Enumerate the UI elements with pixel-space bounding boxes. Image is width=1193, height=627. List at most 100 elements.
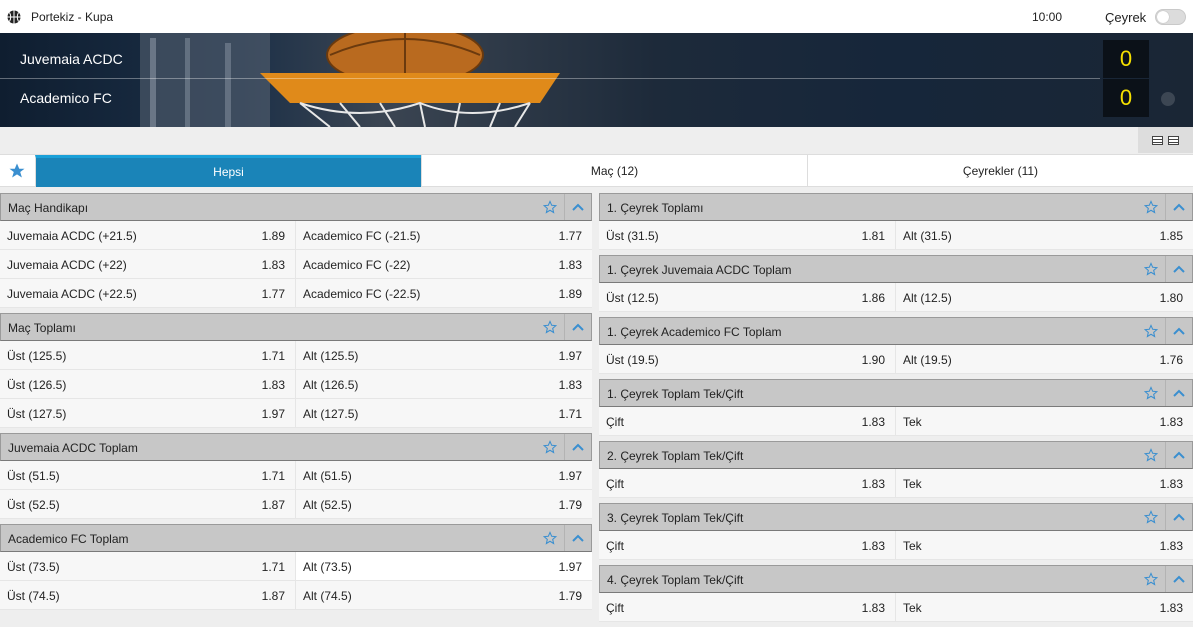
collapse-button[interactable] xyxy=(1165,318,1192,344)
odds-value: 1.90 xyxy=(861,353,885,367)
odds-button[interactable]: Academico FC (-22.5) 1.89 xyxy=(296,279,592,307)
collapse-button[interactable] xyxy=(1165,442,1192,468)
star-outline-icon[interactable] xyxy=(543,320,557,334)
collapse-button[interactable] xyxy=(1165,380,1192,406)
market-header[interactable]: 4. Çeyrek Toplam Tek/Çift xyxy=(599,565,1193,593)
odds-button[interactable]: Üst (126.5) 1.83 xyxy=(0,370,296,398)
period-toggle[interactable] xyxy=(1155,9,1186,25)
star-outline-icon[interactable] xyxy=(1144,448,1158,462)
double-column-icon[interactable] xyxy=(1168,135,1179,145)
selection-label: Üst (127.5) xyxy=(7,407,67,421)
odds-value: 1.77 xyxy=(558,229,582,243)
tab-match[interactable]: Maç (12) xyxy=(421,155,807,187)
star-outline-icon[interactable] xyxy=(543,440,557,454)
odds-button[interactable]: Alt (125.5) 1.97 xyxy=(296,341,592,369)
odds-value: 1.83 xyxy=(1159,601,1183,615)
odds-button[interactable]: Üst (31.5) 1.81 xyxy=(599,221,896,249)
star-outline-icon[interactable] xyxy=(1144,324,1158,338)
star-outline-icon[interactable] xyxy=(1144,510,1158,524)
market-title: 1. Çeyrek Juvemaia ACDC Toplam xyxy=(607,263,792,277)
odds-value: 1.87 xyxy=(261,589,285,603)
selection-label: Çift xyxy=(606,477,624,491)
odds-button[interactable]: Tek 1.83 xyxy=(896,593,1193,621)
collapse-button[interactable] xyxy=(564,434,591,460)
market-header[interactable]: Academico FC Toplam xyxy=(0,524,592,552)
market-title: 2. Çeyrek Toplam Tek/Çift xyxy=(607,449,744,463)
odds-button[interactable]: Alt (12.5) 1.80 xyxy=(896,283,1193,311)
odds-button[interactable]: Çift 1.83 xyxy=(599,593,896,621)
collapse-button[interactable] xyxy=(1165,256,1192,282)
odds-button[interactable]: Juvemaia ACDC (+22.5) 1.77 xyxy=(0,279,296,307)
market-header[interactable]: 1. Çeyrek Academico FC Toplam xyxy=(599,317,1193,345)
tab-quarters[interactable]: Çeyrekler (11) xyxy=(807,155,1193,187)
odds-button[interactable]: Alt (19.5) 1.76 xyxy=(896,345,1193,373)
odds-button[interactable]: Üst (125.5) 1.71 xyxy=(0,341,296,369)
market-header[interactable]: Juvemaia ACDC Toplam xyxy=(0,433,592,461)
odds-button[interactable]: Çift 1.83 xyxy=(599,407,896,435)
odds-button[interactable]: Üst (127.5) 1.97 xyxy=(0,399,296,427)
odds-value: 1.83 xyxy=(558,258,582,272)
star-outline-icon[interactable] xyxy=(1144,200,1158,214)
market-header[interactable]: 2. Çeyrek Toplam Tek/Çift xyxy=(599,441,1193,469)
odds-button[interactable]: Alt (126.5) 1.83 xyxy=(296,370,592,398)
star-outline-icon[interactable] xyxy=(1144,386,1158,400)
collapse-button[interactable] xyxy=(564,525,591,551)
collapse-button[interactable] xyxy=(1165,566,1192,592)
collapse-button[interactable] xyxy=(564,314,591,340)
odds-button[interactable]: Tek 1.83 xyxy=(896,469,1193,497)
chevron-up-icon xyxy=(572,323,584,331)
home-score: 0 xyxy=(1103,40,1149,78)
star-outline-icon[interactable] xyxy=(543,531,557,545)
odds-button[interactable]: Çift 1.83 xyxy=(599,531,896,559)
odds-button[interactable]: Üst (12.5) 1.86 xyxy=(599,283,896,311)
odds-row: Çift 1.83 Tek 1.83 xyxy=(599,469,1193,498)
star-outline-icon[interactable] xyxy=(1144,262,1158,276)
market-header[interactable]: Maç Toplamı xyxy=(0,313,592,341)
selection-label: Tek xyxy=(903,415,922,429)
odds-button[interactable]: Academico FC (-21.5) 1.77 xyxy=(296,221,592,249)
odds-button[interactable]: Juvemaia ACDC (+21.5) 1.89 xyxy=(0,221,296,249)
toggle-knob xyxy=(1157,11,1169,23)
odds-button[interactable]: Juvemaia ACDC (+22) 1.83 xyxy=(0,250,296,278)
odds-button[interactable]: Tek 1.83 xyxy=(896,531,1193,559)
selection-label: Academico FC (-21.5) xyxy=(303,229,421,243)
star-outline-icon[interactable] xyxy=(543,200,557,214)
odds-button[interactable]: Alt (31.5) 1.85 xyxy=(896,221,1193,249)
odds-button[interactable]: Üst (73.5) 1.71 xyxy=(0,552,296,580)
odds-button[interactable]: Alt (73.5) 1.97 xyxy=(296,552,592,580)
odds-button[interactable]: Üst (74.5) 1.87 xyxy=(0,581,296,609)
collapse-button[interactable] xyxy=(1165,194,1192,220)
odds-value: 1.89 xyxy=(261,229,285,243)
odds-button[interactable]: Tek 1.83 xyxy=(896,407,1193,435)
single-column-icon[interactable] xyxy=(1152,135,1163,145)
odds-row: Üst (52.5) 1.87 Alt (52.5) 1.79 xyxy=(0,490,592,519)
star-outline-icon[interactable] xyxy=(1144,572,1158,586)
odds-button[interactable]: Üst (51.5) 1.71 xyxy=(0,461,296,489)
market-header[interactable]: Maç Handikapı xyxy=(0,193,592,221)
favorites-tab[interactable] xyxy=(0,155,34,187)
market-header[interactable]: 3. Çeyrek Toplam Tek/Çift xyxy=(599,503,1193,531)
odds-value: 1.83 xyxy=(861,477,885,491)
odds-button[interactable]: Üst (52.5) 1.87 xyxy=(0,490,296,518)
chevron-up-icon xyxy=(1173,513,1185,521)
market-header[interactable]: 1. Çeyrek Toplamı xyxy=(599,193,1193,221)
odds-button[interactable]: Üst (19.5) 1.90 xyxy=(599,345,896,373)
market-header[interactable]: 1. Çeyrek Juvemaia ACDC Toplam xyxy=(599,255,1193,283)
selection-label: Alt (127.5) xyxy=(303,407,359,421)
odds-button[interactable]: Alt (51.5) 1.97 xyxy=(296,461,592,489)
odds-button[interactable]: Alt (127.5) 1.71 xyxy=(296,399,592,427)
odds-button[interactable]: Alt (74.5) 1.79 xyxy=(296,581,592,609)
odds-row: Juvemaia ACDC (+21.5) 1.89 Academico FC (-… xyxy=(0,221,592,250)
odds-button[interactable]: Çift 1.83 xyxy=(599,469,896,497)
collapse-button[interactable] xyxy=(564,194,591,220)
odds-button[interactable]: Alt (52.5) 1.79 xyxy=(296,490,592,518)
odds-value: 1.97 xyxy=(558,560,582,574)
tab-all[interactable]: Hepsi xyxy=(35,155,421,187)
odds-value: 1.76 xyxy=(1159,353,1183,367)
odds-button[interactable]: Academico FC (-22) 1.83 xyxy=(296,250,592,278)
selection-label: Üst (31.5) xyxy=(606,229,659,243)
collapse-button[interactable] xyxy=(1165,504,1192,530)
layout-toggle[interactable] xyxy=(1138,127,1193,153)
odds-value: 1.79 xyxy=(558,589,582,603)
market-header[interactable]: 1. Çeyrek Toplam Tek/Çift xyxy=(599,379,1193,407)
